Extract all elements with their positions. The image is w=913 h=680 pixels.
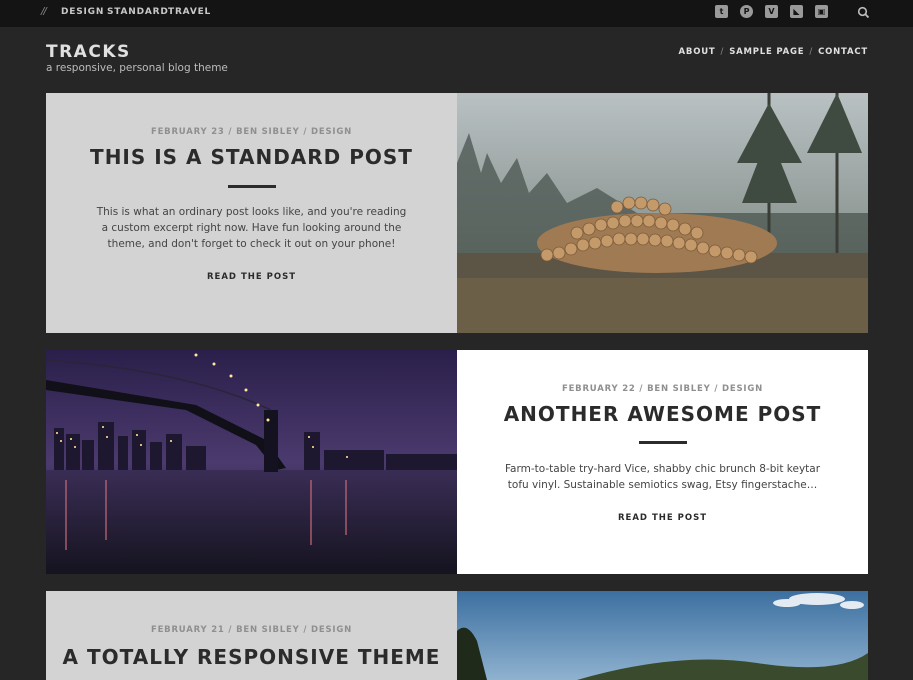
site-title[interactable]: TRACKS	[46, 42, 131, 62]
post-meta[interactable]: FEBRUARY 23 / BEN SIBLEY / DESIGN	[46, 127, 457, 137]
category-link-design[interactable]: DESIGN	[61, 7, 104, 17]
post-excerpt: Farm-to-table try-hard Vice, shabby chic…	[504, 463, 821, 491]
post-excerpt: This is what an ordinary post looks like…	[96, 206, 407, 250]
post-meta[interactable]: FEBRUARY 22 / BEN SIBLEY / DESIGN	[457, 384, 868, 394]
category-link-travel[interactable]: TRAVEL	[168, 7, 211, 17]
main-nav: ABOUT / SAMPLE PAGE / CONTACT	[679, 47, 868, 57]
post-card[interactable]: FEBRUARY 21 / BEN SIBLEY / DESIGN A TOTA…	[46, 591, 868, 680]
site-tagline: a responsive, personal blog theme	[46, 62, 228, 74]
twitter-icon[interactable]: t	[715, 5, 728, 18]
title-divider	[227, 185, 276, 188]
category-link-standard[interactable]: STANDARD	[107, 7, 169, 17]
post-meta[interactable]: FEBRUARY 21 / BEN SIBLEY / DESIGN	[46, 625, 457, 635]
post-title[interactable]: ANOTHER AWESOME POST	[457, 402, 868, 426]
post-content: FEBRUARY 23 / BEN SIBLEY / DESIGN THIS I…	[46, 93, 457, 333]
top-bar-slashes: //	[41, 6, 47, 17]
read-more-link[interactable]: READ THE POST	[457, 513, 868, 523]
vimeo-icon[interactable]: V	[765, 5, 778, 18]
title-divider	[638, 441, 687, 444]
post-featured-image-logs[interactable]	[457, 93, 868, 333]
nav-separator: /	[720, 47, 725, 57]
post-title[interactable]: A TOTALLY RESPONSIVE THEME	[46, 643, 457, 671]
pinterest-icon[interactable]: P	[740, 5, 753, 18]
post-featured-image-landscape[interactable]	[457, 591, 868, 680]
search-icon[interactable]	[857, 6, 870, 19]
post-title[interactable]: THIS IS A STANDARD POST	[46, 145, 457, 169]
nav-item-about[interactable]: ABOUT	[679, 47, 716, 57]
post-featured-image-bridge[interactable]	[46, 350, 457, 574]
post-card[interactable]: FEBRUARY 22 / BEN SIBLEY / DESIGN ANOTHE…	[46, 350, 868, 574]
read-more-link[interactable]: READ THE POST	[46, 272, 457, 282]
nav-separator: /	[809, 47, 814, 57]
post-content: FEBRUARY 21 / BEN SIBLEY / DESIGN A TOTA…	[46, 591, 457, 680]
post-content: FEBRUARY 22 / BEN SIBLEY / DESIGN ANOTHE…	[457, 350, 868, 574]
post-card[interactable]: FEBRUARY 23 / BEN SIBLEY / DESIGN THIS I…	[46, 93, 868, 333]
rss-icon[interactable]: ◣	[790, 5, 803, 18]
instagram-icon[interactable]: ▣	[815, 5, 828, 18]
nav-item-contact[interactable]: CONTACT	[818, 47, 868, 57]
top-bar: // DESIGN STANDARD TRAVEL t P V ◣ ▣	[0, 0, 913, 27]
nav-item-sample-page[interactable]: SAMPLE PAGE	[729, 47, 804, 57]
